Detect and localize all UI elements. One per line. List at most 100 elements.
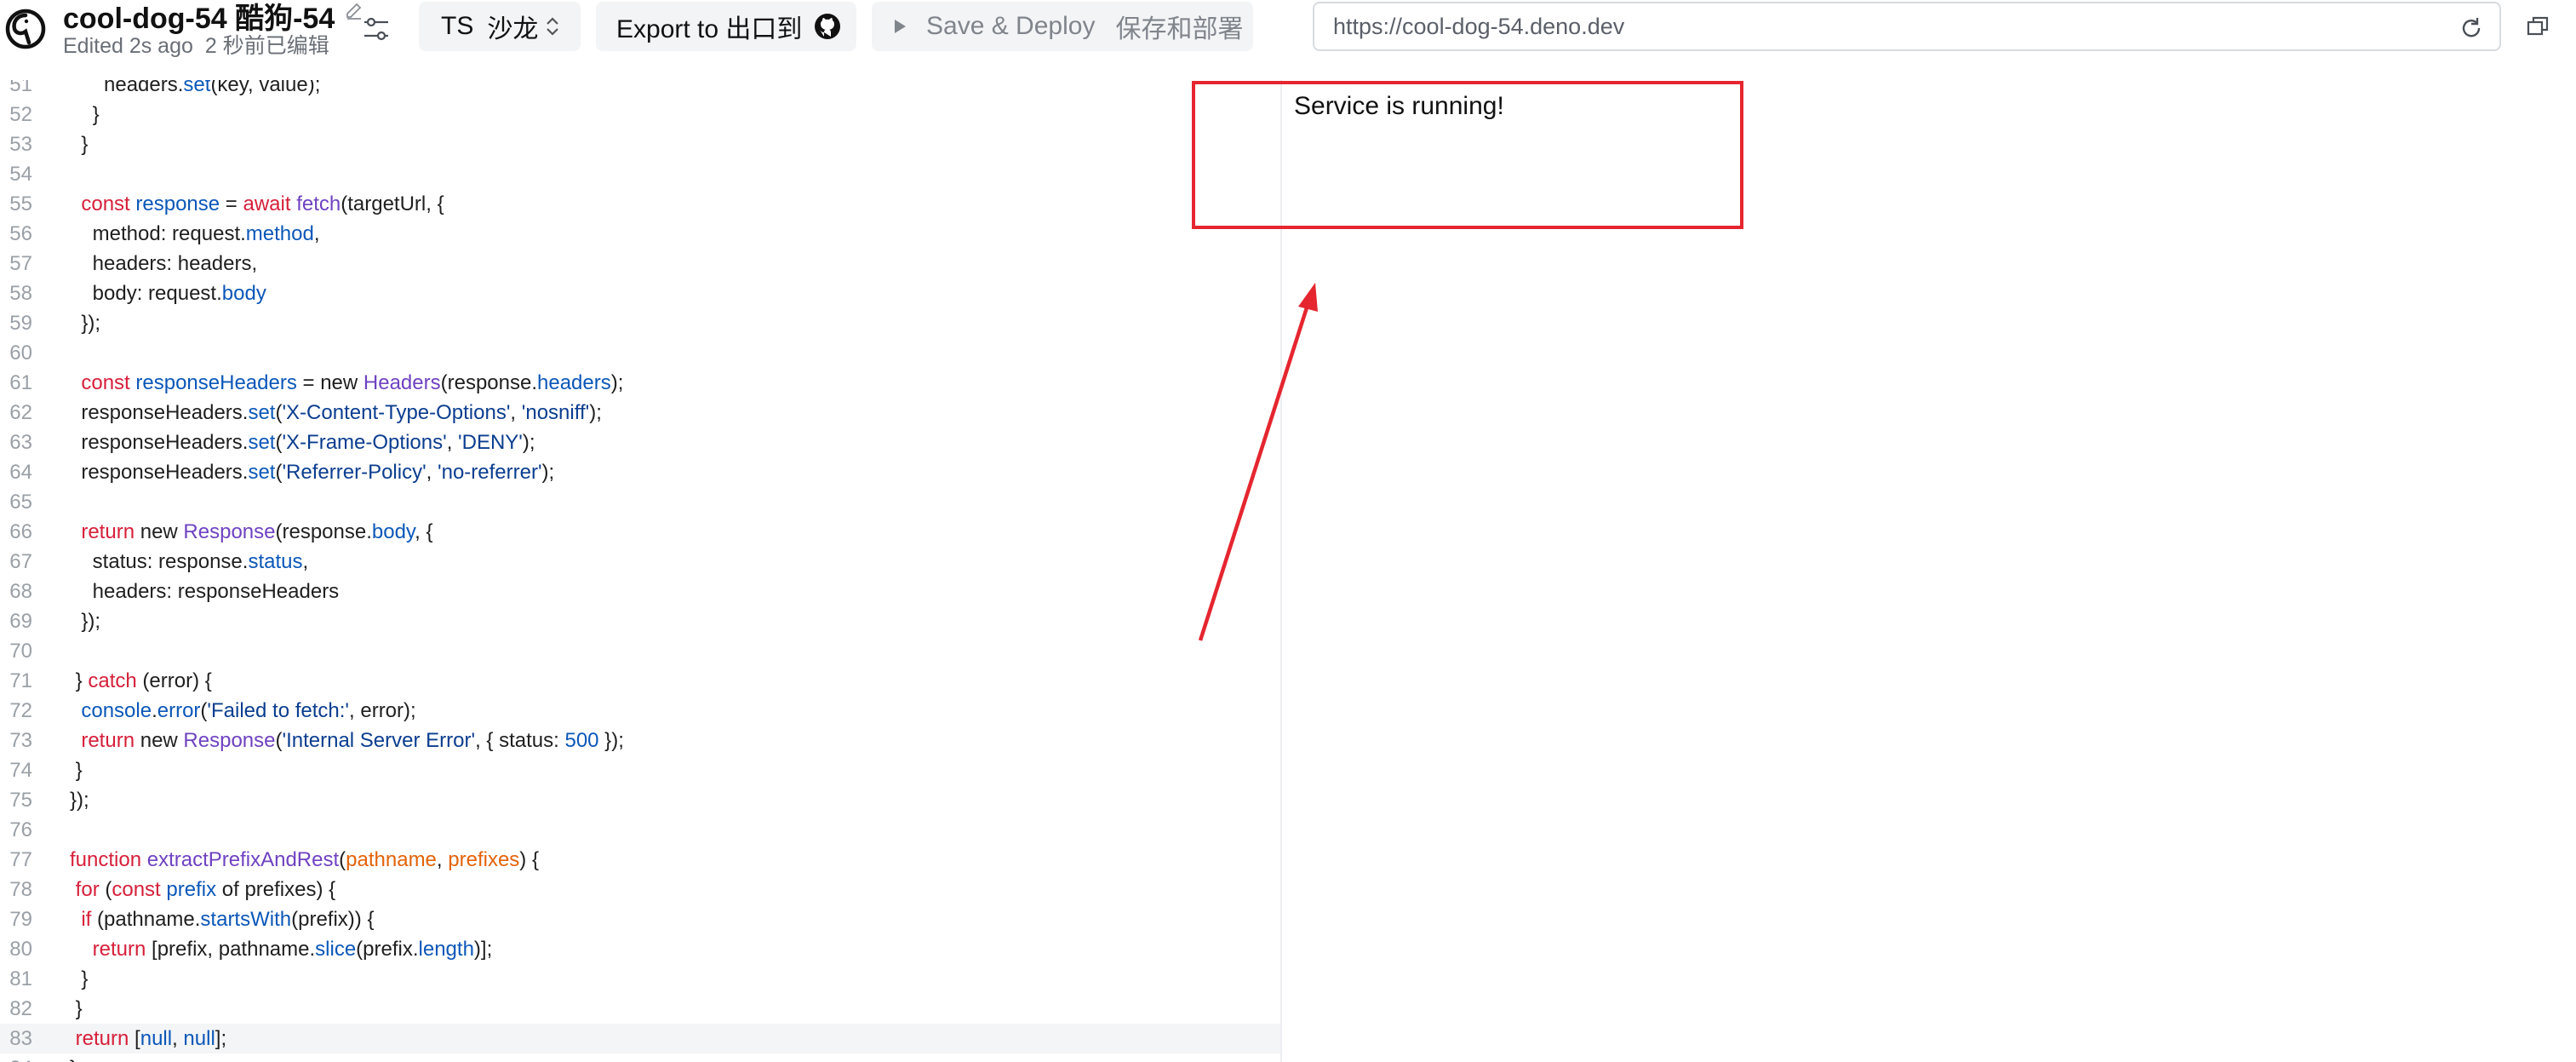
code-line[interactable]: 69 }); bbox=[0, 606, 1280, 636]
line-number: 59 bbox=[9, 312, 32, 335]
top-bar: cool-dog-54 酷狗-54 Edited 2s ago 2 秒前已编辑 T… bbox=[0, 0, 2576, 82]
line-number: 62 bbox=[9, 401, 32, 424]
export-button[interactable]: Export to 出口到 bbox=[596, 2, 856, 51]
line-number: 56 bbox=[9, 222, 32, 245]
chevron-up-down-icon bbox=[547, 17, 558, 36]
code-line[interactable]: 83 return [null, null]; bbox=[0, 1024, 1280, 1053]
popout-window-icon[interactable] bbox=[2525, 14, 2550, 39]
code-text[interactable]: for (const prefix of prefixes) { bbox=[70, 875, 335, 904]
line-number: 64 bbox=[9, 461, 32, 484]
code-line[interactable]: 52 } bbox=[0, 100, 1280, 129]
code-line[interactable]: 54 bbox=[0, 159, 1280, 189]
code-line[interactable]: 82 } bbox=[0, 994, 1280, 1024]
line-number: 60 bbox=[9, 342, 32, 365]
code-line[interactable]: 58 body: request.body bbox=[0, 278, 1280, 308]
code-text[interactable]: function extractPrefixAndRest(pathname, … bbox=[70, 845, 539, 875]
code-text[interactable]: return [prefix, pathname.slice(prefix.le… bbox=[70, 934, 493, 964]
code-text[interactable]: return [null, null]; bbox=[70, 1024, 226, 1053]
line-number: 72 bbox=[9, 699, 32, 722]
code-text[interactable]: } bbox=[70, 100, 100, 129]
code-line[interactable]: 70 bbox=[0, 636, 1280, 666]
code-line[interactable]: 56 method: request.method, bbox=[0, 219, 1280, 249]
code-line[interactable]: 63 responseHeaders.set('X-Frame-Options'… bbox=[0, 428, 1280, 457]
line-number: 77 bbox=[9, 848, 32, 871]
code-text[interactable]: return new Response(response.body, { bbox=[70, 517, 432, 547]
line-number: 55 bbox=[9, 192, 32, 215]
deploy-label-zh: 保存和部署 bbox=[1115, 15, 1244, 43]
code-text[interactable]: }); bbox=[70, 308, 100, 338]
code-text[interactable]: }); bbox=[70, 785, 89, 815]
code-line[interactable]: 59 }); bbox=[0, 308, 1280, 338]
code-text[interactable]: }); bbox=[70, 606, 100, 636]
code-text[interactable]: headers.set(key, value); bbox=[70, 80, 320, 100]
code-text[interactable]: } bbox=[70, 129, 88, 159]
line-number: 57 bbox=[9, 252, 32, 275]
code-line[interactable]: 62 responseHeaders.set('X-Content-Type-O… bbox=[0, 398, 1280, 428]
code-text[interactable]: console.error('Failed to fetch:', error)… bbox=[70, 696, 415, 726]
code-line[interactable]: 61 const responseHeaders = new Headers(r… bbox=[0, 368, 1280, 398]
code-text[interactable]: headers: headers, bbox=[70, 249, 257, 278]
export-label: Export to 出口到 bbox=[616, 15, 803, 43]
code-editor[interactable]: 51 headers.set(key, value); 52 } 53 } 54 55 … bbox=[0, 80, 1280, 1062]
line-number: 78 bbox=[9, 878, 32, 901]
code-line[interactable]: 73 return new Response('Internal Server … bbox=[0, 726, 1280, 755]
code-line[interactable]: 57 headers: headers, bbox=[0, 249, 1280, 278]
code-text[interactable]: responseHeaders.set('X-Content-Type-Opti… bbox=[70, 398, 602, 428]
code-text[interactable]: responseHeaders.set('Referrer-Policy', '… bbox=[70, 457, 554, 487]
code-line[interactable]: 80 return [prefix, pathname.slice(prefix… bbox=[0, 934, 1280, 964]
code-text[interactable]: responseHeaders.set('X-Frame-Options', '… bbox=[70, 428, 535, 457]
code-line[interactable]: 76 bbox=[0, 815, 1280, 845]
code-line[interactable]: 60 bbox=[0, 338, 1280, 368]
code-text[interactable]: if (pathname.startsWith(prefix)) { bbox=[70, 904, 374, 934]
code-line[interactable]: 78 for (const prefix of prefixes) { bbox=[0, 875, 1280, 904]
code-line[interactable]: 81 } bbox=[0, 964, 1280, 994]
code-text[interactable]: } bbox=[70, 1053, 77, 1062]
line-number: 51 bbox=[9, 80, 32, 96]
preview-output-text: Service is running! bbox=[1294, 92, 1504, 120]
code-text[interactable]: method: request.method, bbox=[70, 219, 320, 249]
code-line[interactable]: 51 headers.set(key, value); bbox=[0, 80, 1280, 100]
code-line[interactable]: 71 } catch (error) { bbox=[0, 666, 1280, 696]
code-line[interactable]: 65 bbox=[0, 487, 1280, 517]
code-line[interactable]: 53 } bbox=[0, 129, 1280, 159]
code-text[interactable]: headers: responseHeaders bbox=[70, 577, 340, 606]
save-deploy-button[interactable]: Save & Deploy 保存和部署 bbox=[872, 2, 1253, 51]
code-line[interactable]: 67 status: response.status, bbox=[0, 547, 1280, 577]
code-line[interactable]: 55 const response = await fetch(targetUr… bbox=[0, 189, 1280, 219]
code-text[interactable]: status: response.status, bbox=[70, 547, 308, 577]
code-line[interactable]: 79 if (pathname.startsWith(prefix)) { bbox=[0, 904, 1280, 934]
deploy-label: Save & Deploy bbox=[926, 12, 1096, 40]
code-text[interactable]: } catch (error) { bbox=[70, 666, 212, 696]
preview-url-bar[interactable]: https://cool-dog-54.deno.dev bbox=[1313, 2, 2501, 51]
preview-url[interactable]: https://cool-dog-54.deno.dev bbox=[1333, 14, 1624, 40]
code-line[interactable]: 68 headers: responseHeaders bbox=[0, 577, 1280, 606]
code-line[interactable]: 77 function extractPrefixAndRest(pathname… bbox=[0, 845, 1280, 875]
line-number: 53 bbox=[9, 133, 32, 156]
code-text[interactable]: const responseHeaders = new Headers(resp… bbox=[70, 368, 623, 398]
line-number: 69 bbox=[9, 610, 32, 633]
settings-sliders-icon[interactable] bbox=[361, 14, 392, 44]
edited-status-en: Edited 2s ago bbox=[63, 34, 193, 58]
code-text[interactable]: return new Response('Internal Server Err… bbox=[70, 726, 624, 755]
line-number: 79 bbox=[9, 908, 32, 931]
reload-icon[interactable] bbox=[2459, 15, 2484, 41]
code-line[interactable]: 66 return new Response(response.body, { bbox=[0, 517, 1280, 547]
code-line[interactable]: 72 console.error('Failed to fetch:', err… bbox=[0, 696, 1280, 726]
line-number: 84 bbox=[0, 1053, 32, 1062]
code-line[interactable]: 75}); bbox=[0, 785, 1280, 815]
code-text[interactable]: body: request.body bbox=[70, 278, 266, 308]
line-number: 75 bbox=[9, 789, 32, 812]
deno-logo-icon[interactable] bbox=[5, 9, 46, 49]
edited-status-zh: 2 秒前已编辑 bbox=[204, 34, 329, 58]
code-text[interactable]: } bbox=[70, 994, 83, 1024]
line-number: 73 bbox=[9, 729, 32, 752]
code-line[interactable]: 64 responseHeaders.set('Referrer-Policy'… bbox=[0, 457, 1280, 487]
code-text[interactable]: const response = await fetch(targetUrl, … bbox=[70, 189, 444, 219]
preview-pane bbox=[1280, 80, 2576, 1062]
code-text[interactable]: } bbox=[70, 964, 88, 994]
line-number: 65 bbox=[9, 491, 32, 514]
code-line[interactable]: 84} bbox=[0, 1053, 1280, 1062]
code-line[interactable]: 74 } bbox=[0, 755, 1280, 785]
code-text[interactable]: } bbox=[70, 755, 83, 785]
language-select[interactable]: TS 沙龙 bbox=[419, 2, 581, 51]
